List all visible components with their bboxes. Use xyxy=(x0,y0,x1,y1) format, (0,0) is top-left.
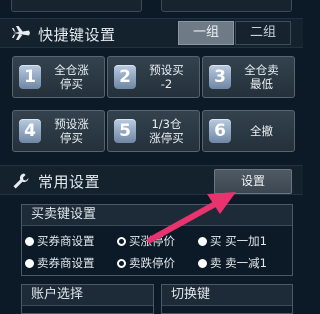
radio-dot xyxy=(25,236,34,246)
radio-label: 卖 卖一减1 xyxy=(210,256,267,270)
hotkey-label: 预设买 -2 xyxy=(149,63,184,91)
hotkey-label: 预设涨 停买 xyxy=(54,117,89,145)
top-tab-right[interactable] xyxy=(161,0,292,12)
account-panel-title: 账户选择 xyxy=(22,285,153,306)
account-panel: 账户选择 xyxy=(21,284,154,314)
radio-buy-limit-up[interactable]: 买涨停价 xyxy=(117,233,175,249)
hotkey-number: 2 xyxy=(114,65,136,89)
hotkey-number: 1 xyxy=(19,65,41,89)
shortcut-section-header: 快捷键设置 一组 二组 xyxy=(0,18,303,48)
hotkey-label: 全仓涨 停买 xyxy=(54,63,89,91)
hotkey-5-button[interactable]: 5 1/3仓 涨停买 xyxy=(107,110,200,152)
hotkey-label: 全仓卖 最低 xyxy=(244,63,279,91)
trade-key-panel-title: 买卖键设置 xyxy=(22,205,292,226)
switch-key-panel: 切换键 xyxy=(161,284,293,314)
hotkey-label: 1/3仓 涨停买 xyxy=(149,117,184,145)
radio-label: 卖跌停价 xyxy=(129,256,175,270)
radio-label: 买涨停价 xyxy=(129,234,175,248)
radio-sell-limit-down[interactable]: 卖跌停价 xyxy=(117,255,175,271)
hotkey-number: 6 xyxy=(209,119,231,143)
radio-sell-ask-minus-one[interactable]: 卖 卖一减1 xyxy=(198,255,267,271)
group-two-tab[interactable]: 二组 xyxy=(235,21,291,45)
radio-dot xyxy=(117,236,126,246)
hotkey-2-button[interactable]: 2 预设买 -2 xyxy=(107,56,200,98)
common-section-title: 常用设置 xyxy=(38,173,101,191)
settings-button[interactable]: 设置 xyxy=(214,169,292,194)
hotkey-4-button[interactable]: 4 预设涨 停买 xyxy=(12,110,105,152)
hotkey-3-button[interactable]: 3 全仓卖 最低 xyxy=(202,56,295,98)
radio-dot xyxy=(198,236,207,246)
radio-buy-broker[interactable]: 买券商设置 xyxy=(25,233,95,249)
radio-dot xyxy=(198,258,207,268)
hotkey-number: 4 xyxy=(19,119,41,143)
hotkey-label: 全撤 xyxy=(250,124,273,138)
radio-sell-broker[interactable]: 卖券商设置 xyxy=(25,255,95,271)
radio-label: 卖券商设置 xyxy=(37,256,95,270)
radio-dot xyxy=(117,258,126,268)
hotkey-number: 5 xyxy=(114,119,136,143)
group-one-tab[interactable]: 一组 xyxy=(178,21,234,45)
radio-label: 买券商设置 xyxy=(37,234,95,248)
switch-key-panel-title: 切换键 xyxy=(162,285,292,306)
radio-buy-bid-plus-one[interactable]: 买 买一加1 xyxy=(198,233,267,249)
airplane-icon xyxy=(12,26,30,40)
radio-label: 买 买一加1 xyxy=(210,234,267,248)
hotkey-1-button[interactable]: 1 全仓涨 停买 xyxy=(12,56,105,98)
wrench-icon xyxy=(13,173,29,189)
top-tab-left[interactable] xyxy=(11,0,142,12)
hotkey-6-button[interactable]: 6 全撤 xyxy=(202,110,295,152)
shortcut-section-title: 快捷键设置 xyxy=(38,26,116,44)
hotkey-number: 3 xyxy=(209,65,231,89)
radio-dot xyxy=(25,258,34,268)
